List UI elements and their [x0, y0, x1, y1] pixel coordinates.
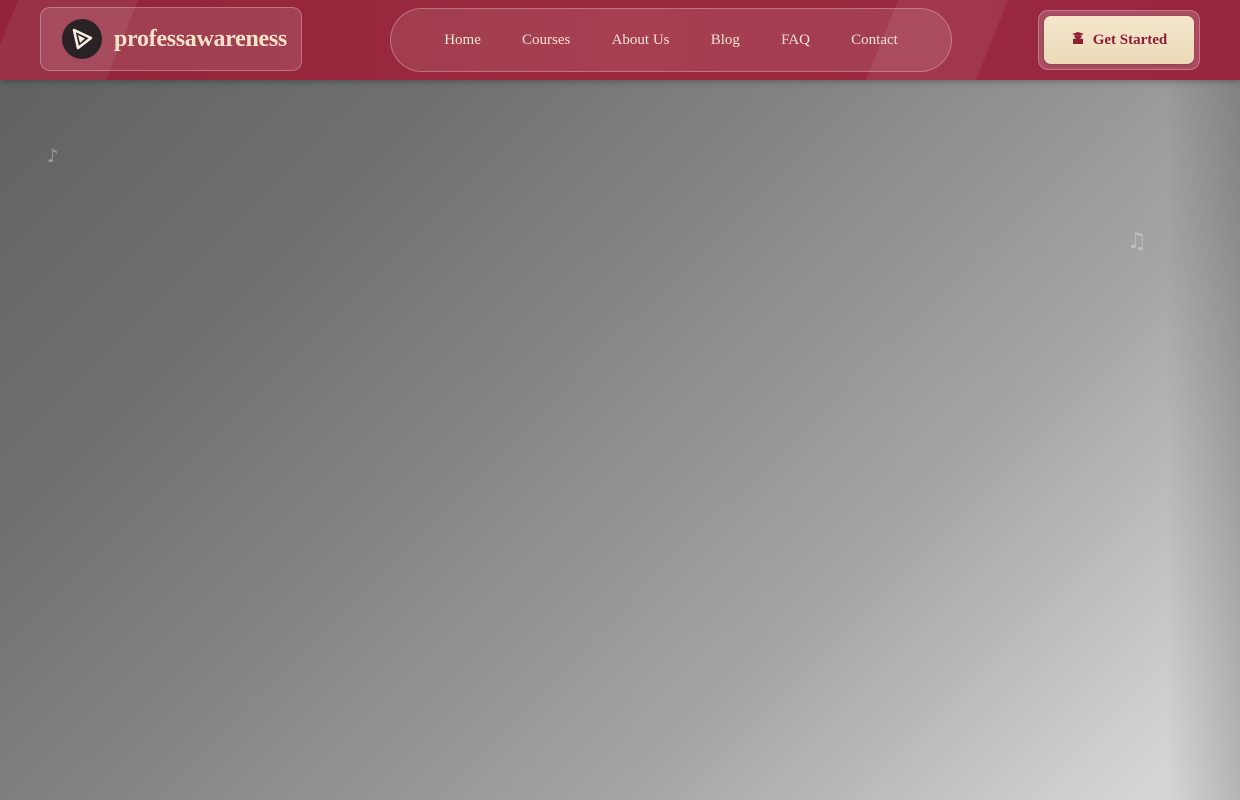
hero-background — [0, 80, 1240, 800]
brand-name: professawareness — [114, 25, 287, 52]
music-note-icon: ♪ — [47, 146, 59, 167]
nav-blog[interactable]: Blog — [711, 32, 740, 49]
graduate-icon — [1071, 31, 1085, 50]
site-header: professawareness Home Courses About Us B… — [0, 0, 1240, 80]
nav-contact[interactable]: Contact — [851, 32, 898, 49]
get-started-button[interactable]: Get Started — [1044, 16, 1194, 64]
nav-courses[interactable]: Courses — [522, 32, 570, 49]
get-started-label: Get Started — [1092, 31, 1168, 48]
main-nav: Home Courses About Us Blog FAQ Contact — [390, 8, 952, 72]
nav-faq[interactable]: FAQ — [781, 32, 810, 49]
nav-about-us[interactable]: About Us — [612, 32, 670, 49]
play-triangle-icon — [62, 19, 102, 59]
nav-home[interactable]: Home — [444, 32, 481, 49]
brand-logo-link[interactable]: professawareness — [40, 7, 302, 71]
get-started-wrapper: Get Started — [1038, 10, 1200, 70]
music-notes-icon: ♫ — [1127, 229, 1147, 254]
